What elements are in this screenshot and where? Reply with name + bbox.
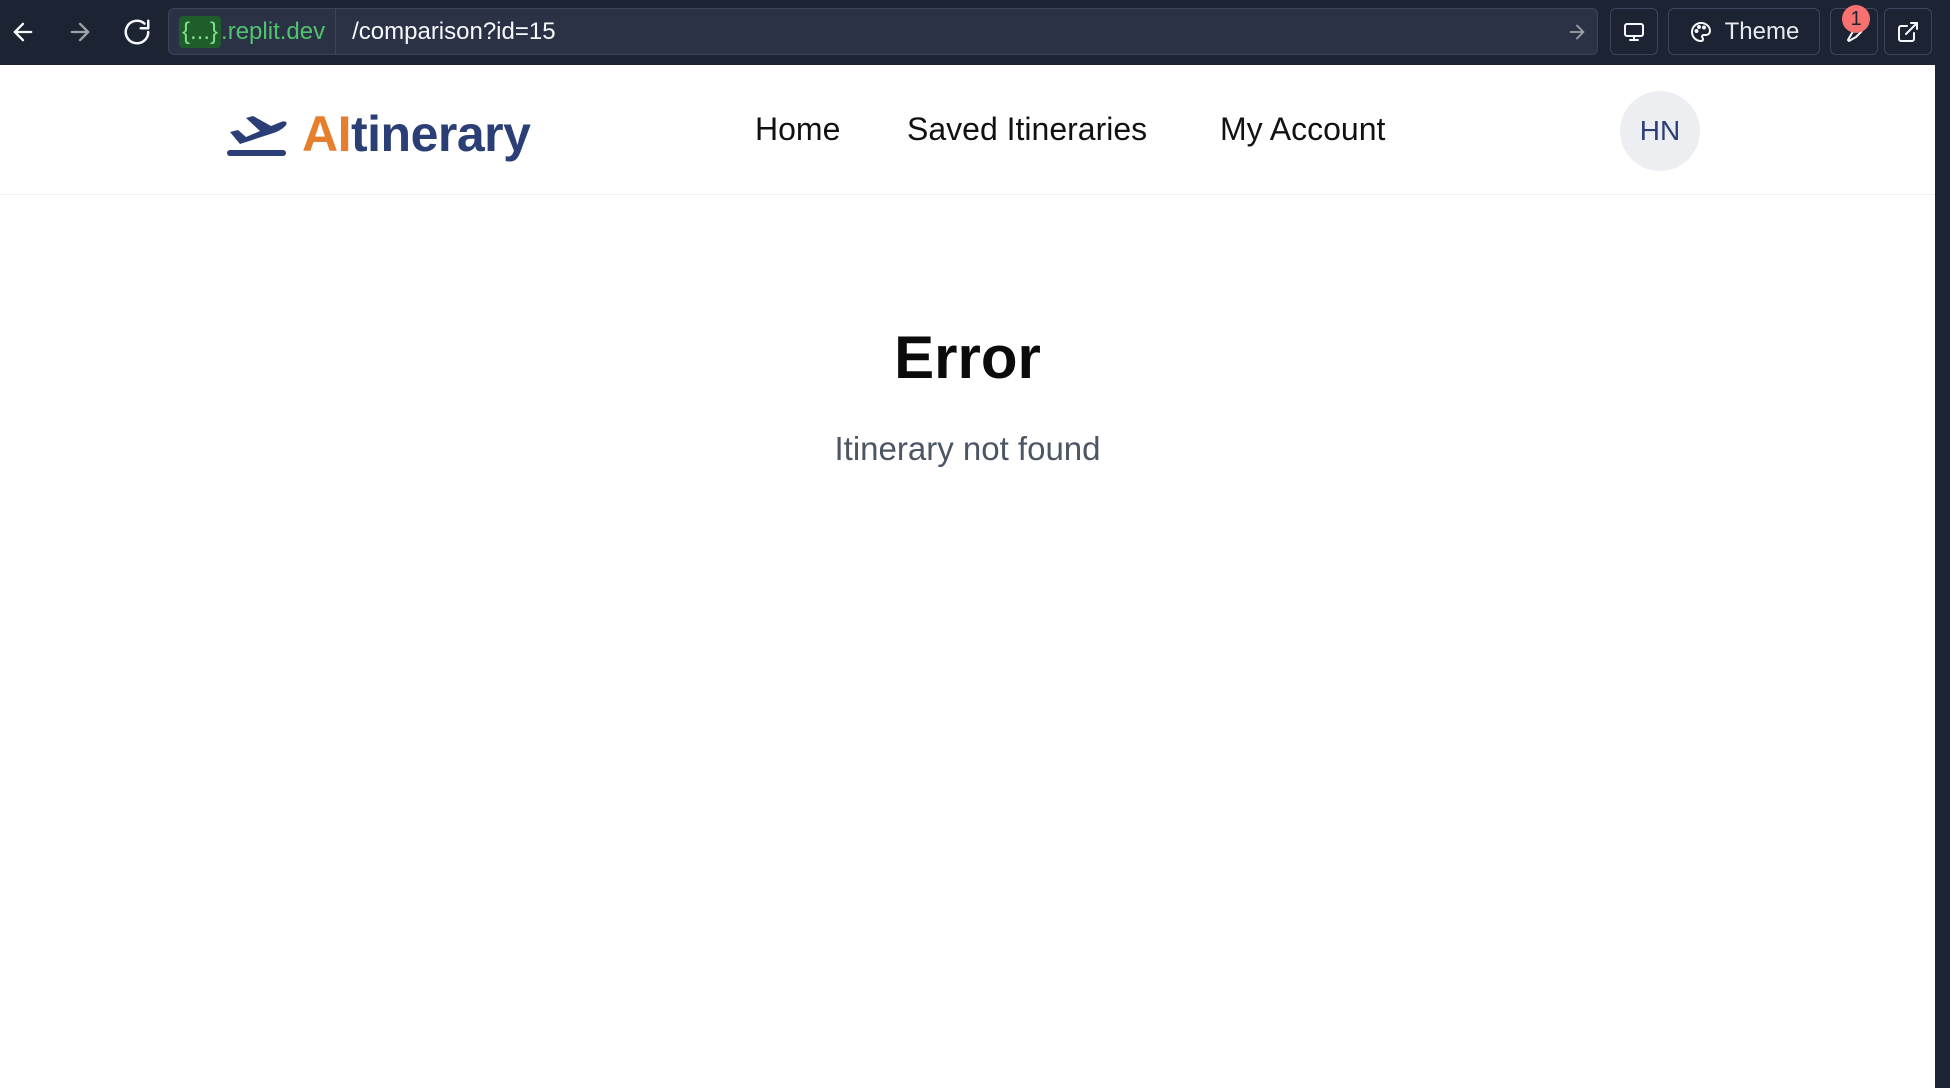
theme-label: Theme [1724, 17, 1800, 45]
forward-button[interactable] [60, 12, 100, 52]
url-path[interactable]: /comparison?id=15 [336, 18, 1557, 46]
palette-icon [1690, 21, 1711, 42]
error-title: Error [894, 324, 1041, 391]
avatar[interactable]: HN [1620, 91, 1700, 171]
go-button[interactable] [1557, 21, 1597, 43]
site-header: AItinerary Home Saved Itineraries My Acc… [0, 65, 1935, 195]
url-host-domain: .replit.dev [221, 17, 326, 45]
devices-button[interactable] [1610, 8, 1658, 55]
nav-saved-itineraries[interactable]: Saved Itineraries [907, 111, 1147, 148]
nav-my-account[interactable]: My Account [1220, 111, 1385, 148]
page-content: AItinerary Home Saved Itineraries My Acc… [0, 65, 1935, 1088]
logo-wordmark: AItinerary [302, 105, 531, 163]
forward-arrow-icon [70, 22, 90, 42]
back-arrow-icon [13, 22, 33, 42]
browser-toolbar: {...} .replit.dev /comparison?id=15 Theme… [0, 0, 1950, 65]
logo-tinerary: tinerary [351, 106, 531, 162]
url-host-braces: {...} [179, 15, 222, 48]
logo-ai: AI [302, 106, 352, 162]
back-button[interactable] [3, 12, 43, 52]
go-arrow-icon [1569, 24, 1585, 39]
reload-icon [124, 19, 150, 45]
external-link-icon [1898, 21, 1918, 42]
site-logo[interactable]: AItinerary [226, 105, 531, 163]
error-message: Itinerary not found [834, 430, 1101, 467]
theme-button[interactable]: Theme [1668, 8, 1820, 55]
open-new-tab-button[interactable] [1884, 8, 1932, 55]
url-host: {...} .replit.dev [169, 9, 337, 54]
nav-home[interactable]: Home [755, 111, 840, 148]
address-bar[interactable]: {...} .replit.dev /comparison?id=15 [168, 8, 1598, 55]
airplane-takeoff-icon [227, 116, 287, 156]
window-edge [1935, 65, 1950, 1088]
notification-badge: 1 [1842, 5, 1870, 33]
monitor-icon [1624, 22, 1644, 41]
reload-button[interactable] [117, 12, 157, 52]
